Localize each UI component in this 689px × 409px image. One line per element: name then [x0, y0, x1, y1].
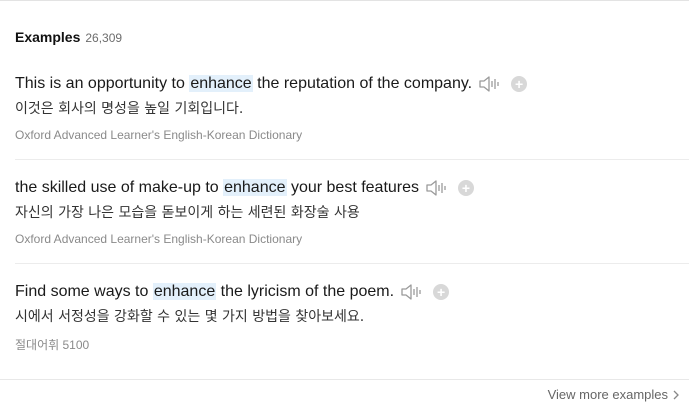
- example-translation: 자신의 가장 나은 모습을 돋보이게 하는 세련된 화장술 사용: [15, 205, 360, 221]
- highlighted-word[interactable]: enhance: [152, 283, 217, 300]
- examples-count: 26,309: [85, 31, 123, 45]
- sentence-text-before: Find some ways to: [15, 283, 153, 300]
- example-source: 절대어휘 5100: [15, 338, 90, 352]
- example-source: Oxford Advanced Learner's English-Korean…: [15, 232, 303, 246]
- plus-circle-icon[interactable]: +: [511, 76, 528, 92]
- view-more-examples-link[interactable]: View more examples: [548, 387, 680, 402]
- example-item: the skilled use of make-up to enhance yo…: [0, 177, 689, 246]
- example-sentence: Find some ways to enhance the lyricism o…: [15, 283, 394, 301]
- plus-circle-icon[interactable]: +: [458, 180, 475, 196]
- examples-header: Examples 26,309: [15, 29, 122, 45]
- example-sentence-row: This is an opportunity to enhance the re…: [15, 73, 689, 95]
- sentence-text-after: the reputation of the company.: [252, 75, 473, 92]
- example-translation: 시에서 서정성을 강화할 수 있는 몇 가지 방법을 찾아보세요.: [15, 309, 365, 325]
- example-item: This is an opportunity to enhance the re…: [0, 73, 689, 142]
- divider: [15, 159, 689, 160]
- examples-panel: Examples 26,309 This is an opportunity t…: [0, 0, 689, 409]
- sentence-text-after: the lyricism of the poem.: [216, 283, 395, 300]
- plus-circle-icon[interactable]: +: [433, 284, 450, 300]
- sentence-text-after: your best features: [286, 179, 420, 196]
- example-item: Find some ways to enhance the lyricism o…: [0, 281, 689, 353]
- chevron-right-icon: [672, 389, 680, 401]
- speaker-icon[interactable]: [478, 74, 502, 94]
- speaker-icon[interactable]: [400, 282, 424, 302]
- sentence-text-before: This is an opportunity to: [15, 75, 190, 92]
- speaker-icon[interactable]: [425, 178, 449, 198]
- example-sentence-row: Find some ways to enhance the lyricism o…: [15, 281, 689, 303]
- footer-divider: [0, 379, 689, 380]
- example-sentence-row: the skilled use of make-up to enhance yo…: [15, 177, 689, 199]
- example-sentence: the skilled use of make-up to enhance yo…: [15, 179, 419, 197]
- view-more-label: View more examples: [547, 387, 668, 402]
- sentence-text-before: the skilled use of make-up to: [15, 179, 224, 196]
- highlighted-word[interactable]: enhance: [223, 179, 287, 196]
- divider: [15, 263, 689, 264]
- example-translation: 이것은 회사의 명성을 높일 기회입니다.: [15, 101, 244, 117]
- example-source: Oxford Advanced Learner's English-Korean…: [15, 128, 303, 142]
- examples-title: Examples: [15, 29, 81, 45]
- highlighted-word[interactable]: enhance: [189, 75, 253, 92]
- example-sentence: This is an opportunity to enhance the re…: [15, 75, 472, 93]
